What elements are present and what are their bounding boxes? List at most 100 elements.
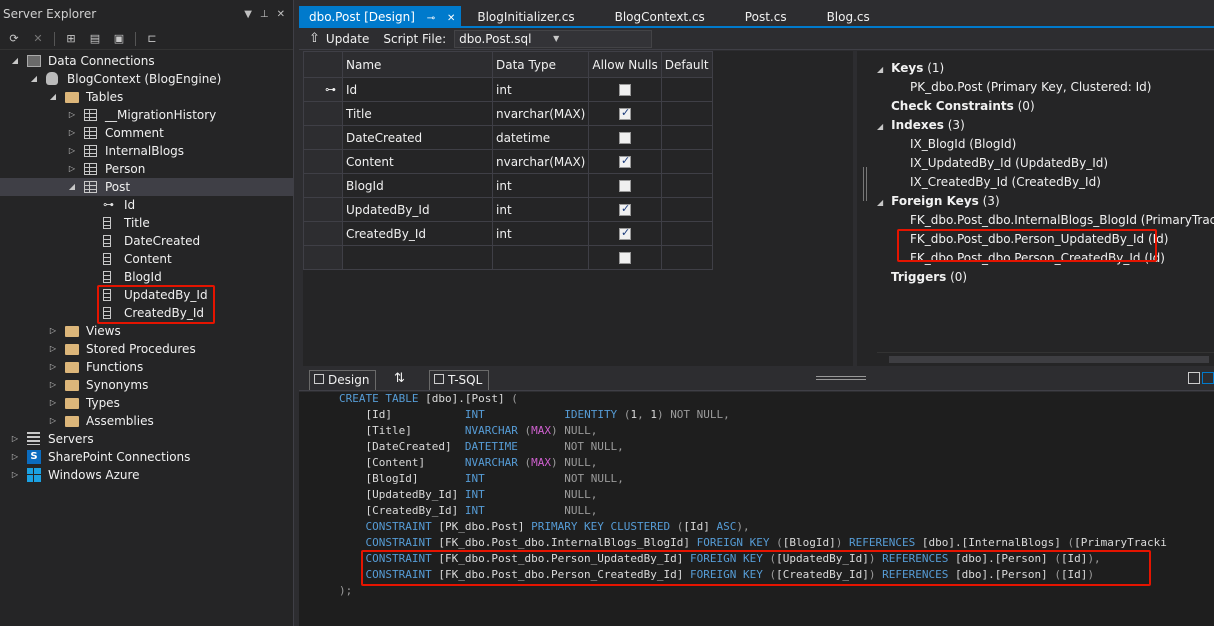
row-header[interactable] [303,125,343,150]
table-row[interactable]: ⊶ Id int [303,77,713,102]
expand-arrow-icon[interactable]: ▷ [48,340,58,358]
script-file-dropdown[interactable]: dbo.Post.sql ▼ [454,29,653,48]
tab-dbo-post-design[interactable]: dbo.Post [Design] ⊸ ✕ [299,6,462,28]
tree-node[interactable]: ◢ Tables [0,88,293,106]
row-header[interactable] [303,101,343,126]
foreign-keys-group[interactable]: ◢ Foreign Keys (3) [877,192,1000,210]
tab-bloginitializer[interactable]: BlogInitializer.cs [467,6,584,28]
update-button[interactable]: ⇧ Update [299,29,375,49]
tab-blog[interactable]: Blog.cs [817,6,880,28]
collapse-arrow-icon[interactable]: ◢ [29,70,39,88]
cell-name[interactable]: Title [342,101,493,126]
allow-nulls-checkbox[interactable] [619,132,632,144]
connect-server-icon[interactable]: ▤ [87,31,103,47]
expand-arrow-icon[interactable]: ▷ [10,466,20,484]
cell-data-type[interactable]: int [491,77,590,102]
cell-name[interactable]: CreatedBy_Id [342,221,493,246]
tree-node[interactable]: ⊶ Id [0,196,293,214]
row-header[interactable] [303,197,343,222]
allow-nulls-checkbox[interactable] [619,106,632,120]
azure-icon[interactable]: ▣ [111,31,127,47]
foreign-key-item[interactable]: FK_dbo.Post_dbo.Person_CreatedBy_Id (Id) [910,249,1165,267]
pin-icon[interactable]: ⊸ [427,13,435,24]
expand-arrow-icon[interactable]: ▷ [48,412,58,430]
tree-node[interactable]: ▷ S SharePoint Connections [0,448,293,466]
index-item[interactable]: IX_BlogId (BlogId) [910,135,1016,153]
collapse-arrow-icon[interactable]: ◢ [48,88,58,106]
index-item[interactable]: IX_UpdatedBy_Id (UpdatedBy_Id) [910,154,1108,172]
cell-data-type[interactable] [491,245,590,270]
cell-default[interactable] [660,101,713,126]
table-row[interactable]: Title nvarchar(MAX) [303,101,713,126]
tree-node[interactable]: Title [0,214,293,232]
table-row[interactable] [303,245,713,270]
pin-icon[interactable]: ⊥ [260,9,269,20]
dropdown-icon[interactable]: ▼ [244,9,252,20]
tree-node[interactable]: ▷ Person [0,160,293,178]
tree-node[interactable]: ▷ Synonyms [0,376,293,394]
header-allow-nulls[interactable]: Allow Nulls [588,51,662,78]
row-header[interactable] [303,173,343,198]
cell-default[interactable] [660,197,713,222]
tree-node[interactable]: ▷ InternalBlogs [0,142,293,160]
expand-arrow-icon[interactable]: ▷ [67,160,77,178]
cell-default[interactable] [660,221,713,246]
tree-node[interactable]: ◢ BlogContext (BlogEngine) [0,70,293,88]
scrollbar-thumb[interactable] [889,356,1209,363]
cell-data-type[interactable]: int [491,173,590,198]
expand-arrow-icon[interactable]: ▷ [48,394,58,412]
tab-tsql[interactable]: T-SQL [429,370,490,390]
tree-node[interactable]: ▷ Views [0,322,293,340]
tree-node[interactable]: ▷ Windows Azure [0,466,293,484]
cell-default[interactable] [660,149,713,174]
tsql-editor[interactable]: CREATE TABLE [dbo].[Post] ( [Id] INT IDE… [299,392,1214,626]
tab-blogcontext[interactable]: BlogContext.cs [605,6,715,28]
cell-default[interactable] [660,173,713,198]
collapse-arrow-icon[interactable]: ◢ [10,52,20,70]
tree-node[interactable]: ▷ Stored Procedures [0,340,293,358]
horizontal-split-icon[interactable] [1202,372,1214,384]
cell-name[interactable]: Id [342,77,493,102]
collapse-arrow-icon[interactable]: ◢ [67,178,77,196]
cell-name[interactable]: DateCreated [342,125,493,150]
header-data-type[interactable]: Data Type [491,51,590,78]
tree-node[interactable]: ▷ Functions [0,358,293,376]
filter-icon[interactable]: ⊏ [144,31,160,47]
cell-default[interactable] [660,77,713,102]
expand-arrow-icon[interactable]: ▷ [10,430,20,448]
table-row[interactable]: UpdatedBy_Id int [303,197,713,222]
key-item[interactable]: PK_dbo.Post (Primary Key, Clustered: Id) [910,78,1151,96]
table-row[interactable]: DateCreated datetime [303,125,713,150]
row-header[interactable] [303,245,343,270]
indexes-group[interactable]: ◢ Indexes (3) [877,116,965,134]
foreign-key-item[interactable]: FK_dbo.Post_dbo.Person_UpdatedBy_Id (Id) [910,230,1168,248]
row-header[interactable] [303,221,343,246]
cell-default[interactable] [660,245,713,270]
tree-node[interactable]: Content [0,250,293,268]
tree-node[interactable]: ▷ Servers [0,430,293,448]
cell-data-type[interactable]: int [491,197,590,222]
stop-icon[interactable]: ✕ [30,31,46,47]
table-row[interactable]: CreatedBy_Id int [303,221,713,246]
splitter-grip[interactable] [863,167,867,201]
tree-node[interactable]: BlogId [0,268,293,286]
horizontal-scrollbar[interactable] [877,352,1214,366]
tree-node[interactable]: ▷ Comment [0,124,293,142]
expand-arrow-icon[interactable]: ▷ [10,448,20,466]
foreign-key-item[interactable]: FK_dbo.Post_dbo.InternalBlogs_BlogId (Pr… [910,211,1214,229]
header-default[interactable]: Default [660,51,713,78]
close-icon[interactable]: ✕ [277,9,285,20]
cell-data-type[interactable]: datetime [491,125,590,150]
cell-data-type[interactable]: int [491,221,590,246]
cell-name[interactable] [342,245,493,270]
allow-nulls-checkbox[interactable] [619,154,632,168]
expand-arrow-icon[interactable]: ▷ [48,358,58,376]
tab-post[interactable]: Post.cs [735,6,797,28]
expand-arrow-icon[interactable]: ▷ [67,124,77,142]
tree-node[interactable]: ◢ Post [0,178,293,196]
tree-node[interactable]: ◢ Data Connections [0,52,293,70]
close-icon[interactable]: ✕ [447,13,455,24]
allow-nulls-checkbox[interactable] [619,252,632,264]
pane-splitter[interactable] [816,376,866,380]
check-constraints-group[interactable]: Check Constraints (0) [891,97,1035,115]
